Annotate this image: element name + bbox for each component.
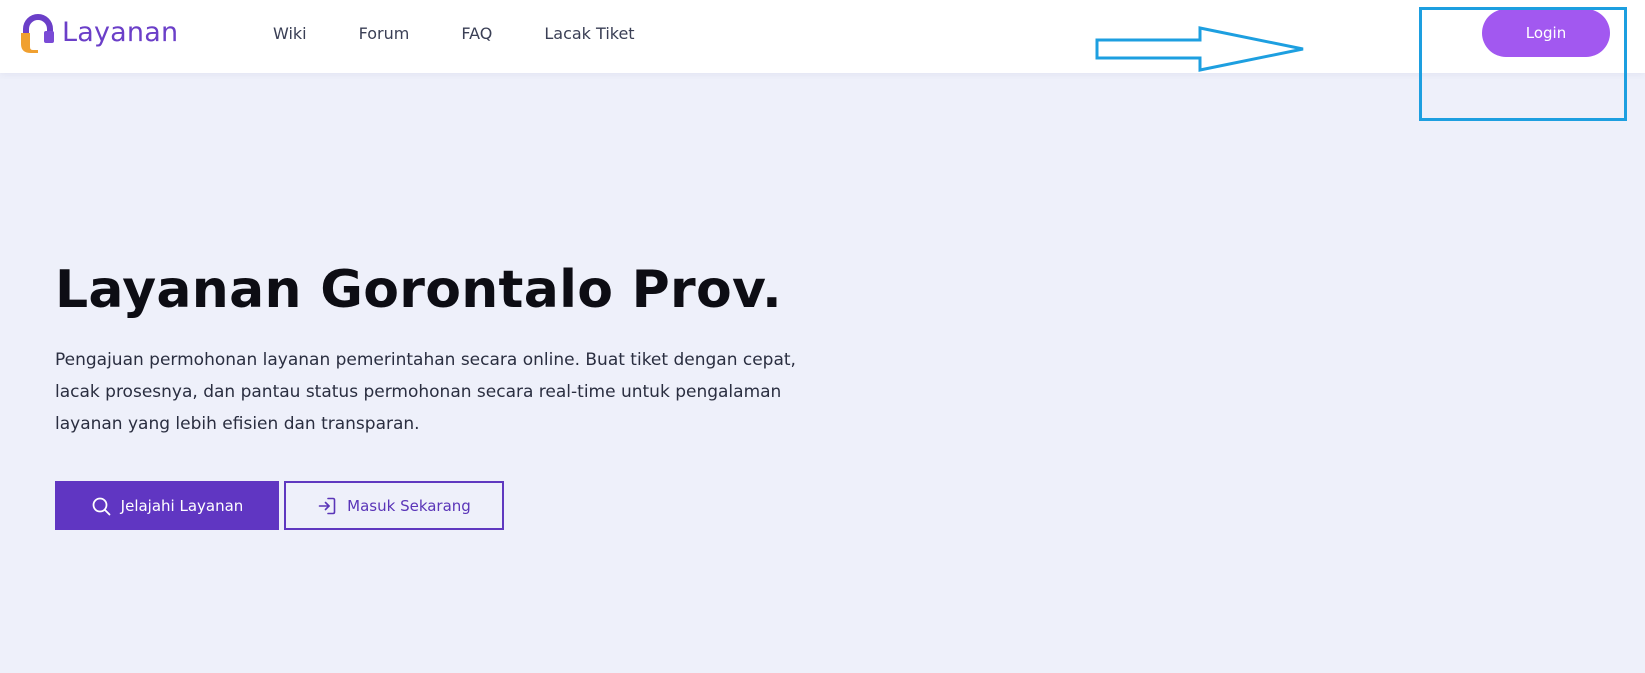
top-navbar: Layanan Wiki Forum FAQ Lacak Tiket Login	[0, 0, 1645, 73]
hero-description: Pengajuan permohonan layanan pemerintaha…	[55, 350, 796, 434]
hero-section: Layanan Gorontalo Prov. Pengajuan permoh…	[55, 258, 875, 440]
login-now-label: Masuk Sekarang	[347, 496, 471, 515]
brand-logo[interactable]: Layanan	[18, 11, 178, 53]
explore-services-button[interactable]: Jelajahi Layanan	[55, 481, 279, 530]
nav-link-faq[interactable]: FAQ	[461, 22, 492, 46]
highlight-box	[1419, 7, 1627, 121]
explore-services-label: Jelajahi Layanan	[120, 496, 244, 515]
login-now-button[interactable]: Masuk Sekarang	[284, 481, 504, 530]
nav-link-lacak-tiket[interactable]: Lacak Tiket	[544, 22, 634, 46]
page-title: Layanan Gorontalo Prov.	[55, 260, 783, 320]
search-icon	[92, 497, 111, 515]
brand-name: Layanan	[62, 16, 179, 48]
right-arrow-icon	[1095, 26, 1304, 72]
hero-actions: Jelajahi Layanan Masuk Sekarang	[55, 481, 504, 530]
main-nav: Wiki Forum FAQ Lacak Tiket	[273, 22, 687, 46]
nav-link-wiki[interactable]: Wiki	[273, 22, 307, 46]
login-icon	[318, 497, 336, 514]
headset-logo-icon	[21, 14, 54, 53]
nav-link-forum[interactable]: Forum	[359, 22, 410, 46]
